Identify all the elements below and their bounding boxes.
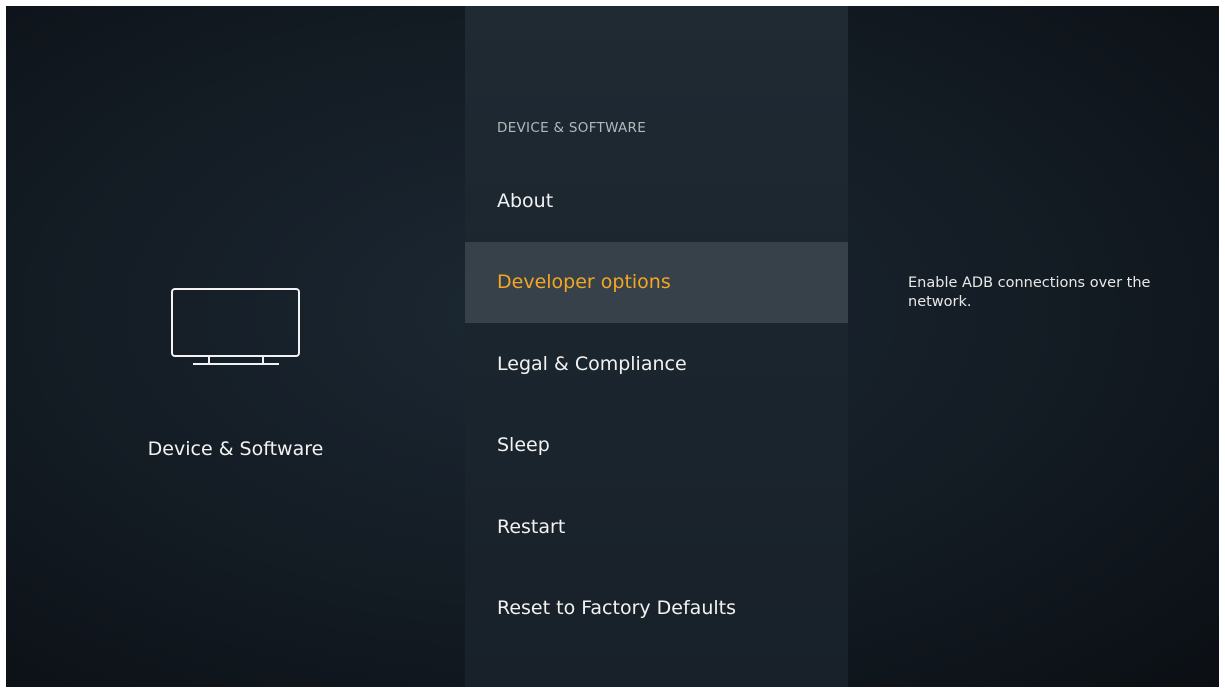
settings-screen: Device & Software DEVICE & SOFTWARE Abou…: [6, 6, 1219, 687]
category-pane: Device & Software: [6, 6, 465, 687]
category-title: Device & Software: [147, 438, 324, 460]
item-description: Enable ADB connections over the network.: [908, 275, 1151, 310]
tv-icon: [171, 288, 301, 368]
menu-item-restart[interactable]: Restart: [465, 486, 848, 568]
menu-item-legal-compliance[interactable]: Legal & Compliance: [465, 323, 848, 405]
menu-item-sleep[interactable]: Sleep: [465, 405, 848, 487]
menu-list: About Developer options Legal & Complian…: [465, 160, 848, 649]
menu-item-reset-factory-defaults[interactable]: Reset to Factory Defaults: [465, 568, 848, 650]
menu-header: DEVICE & SOFTWARE: [497, 120, 647, 136]
menu-item-developer-options[interactable]: Developer options: [465, 241, 848, 323]
menu-item-about[interactable]: About: [465, 160, 848, 242]
menu-pane: DEVICE & SOFTWARE About Developer option…: [465, 6, 848, 687]
